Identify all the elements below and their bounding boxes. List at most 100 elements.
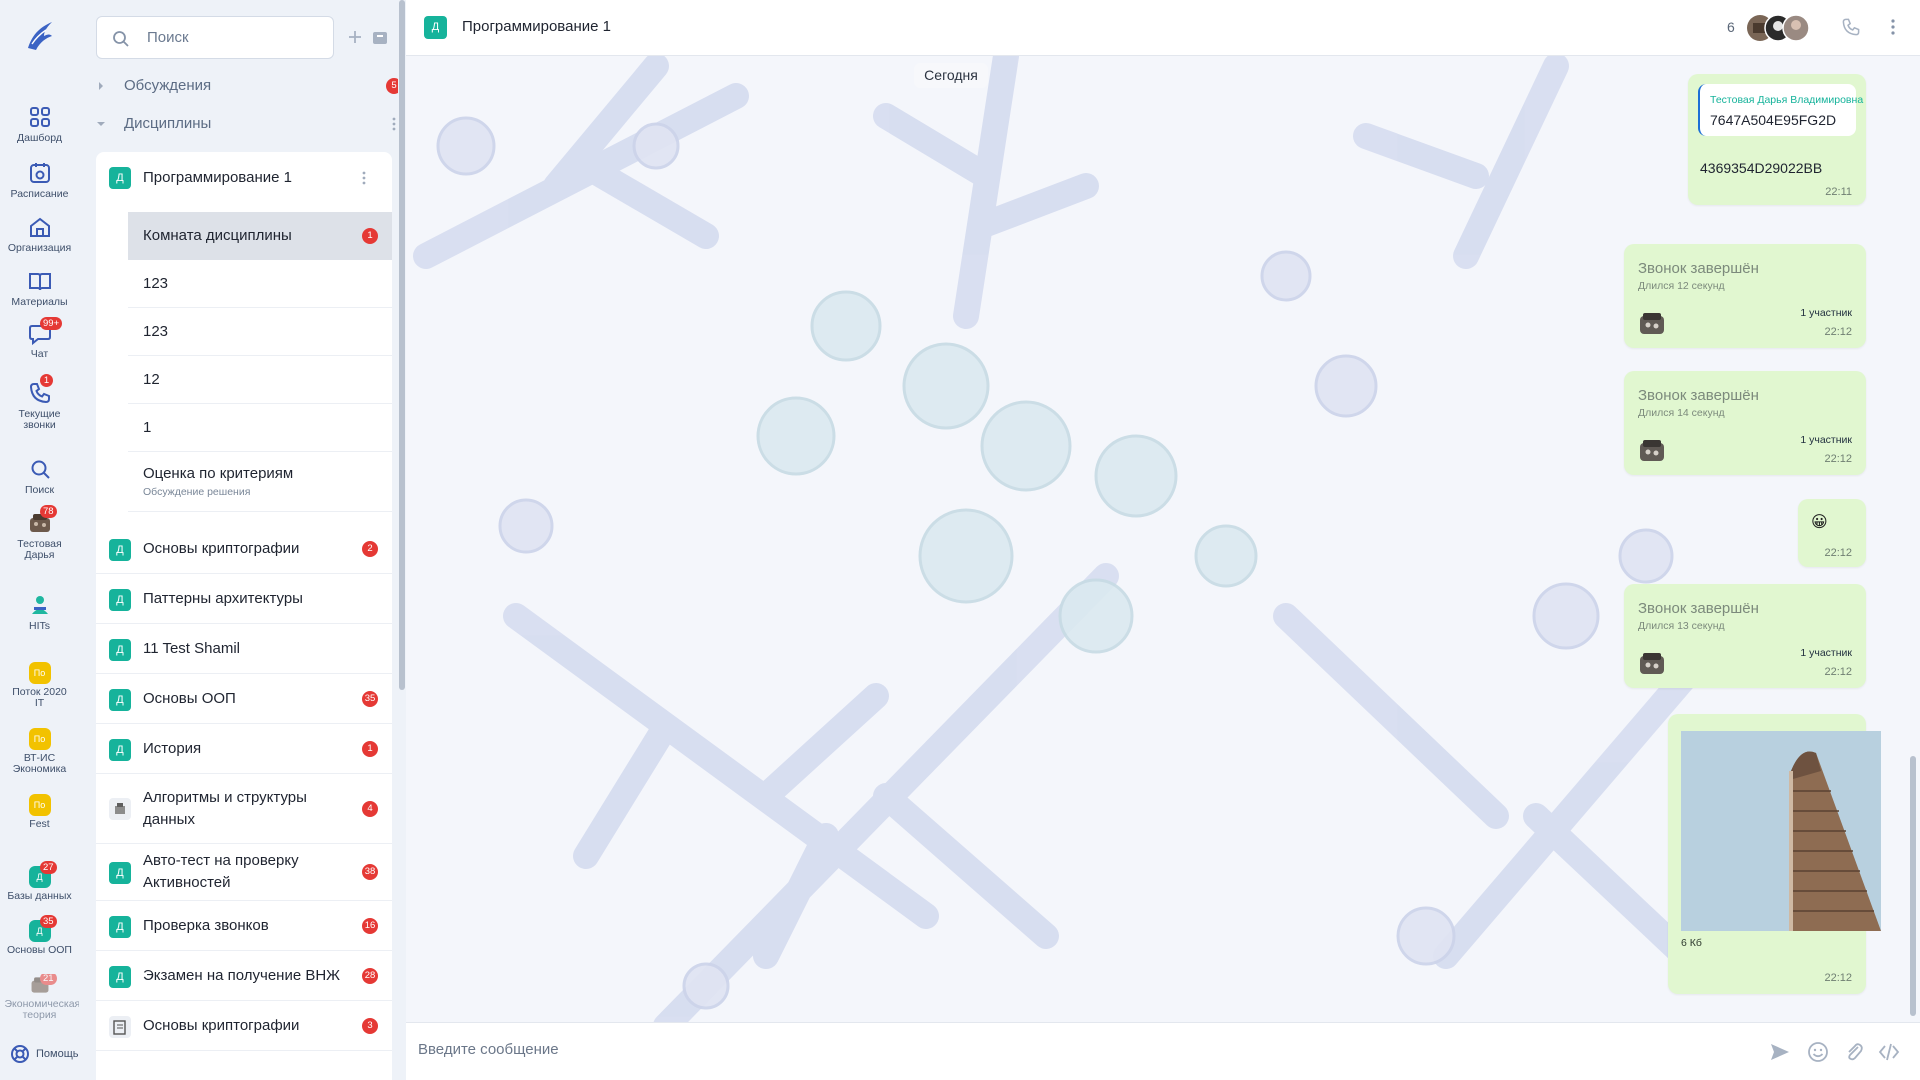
rail-hits[interactable]: HITs (0, 592, 79, 632)
sidebar-scrollbar[interactable] (398, 0, 406, 1080)
quoted-message[interactable]: Тестовая Дарья Владимировна 7647A504E95F… (1698, 84, 1863, 136)
attach-icon[interactable] (1844, 1041, 1864, 1063)
room-name: Оценка по критериям (143, 465, 294, 482)
call-ended-message[interactable]: Звонок завершён Длился 13 секунд 1 участ… (1624, 584, 1866, 688)
rail-profile[interactable]: Тестовая Дарья 78 (0, 505, 79, 561)
discipline-item[interactable]: Д История 1 (96, 724, 392, 774)
discipline-name: Алгоритмы и структуры данных (143, 789, 307, 828)
discipline-item-active[interactable]: Д Программирование 1 (96, 152, 392, 204)
room-item[interactable]: 12 (128, 356, 392, 404)
discipline-item[interactable]: Д Экзамен на получение ВНЖ 28 (96, 951, 392, 1001)
group-avatar: По (28, 728, 51, 750)
chat-scrollbar-thumb[interactable] (1910, 756, 1916, 1016)
discipline-name: Основы криптографии (143, 1017, 300, 1034)
message-bubble[interactable]: 😀 22:12 (1798, 499, 1866, 567)
call-ended-message[interactable]: Звонок завершён Длился 12 секунд 1 участ… (1624, 244, 1866, 348)
rail-discipline-econ[interactable]: Экономическая теория 21 (0, 974, 79, 1020)
chat-list-sidebar: Поиск Обсуждения 5 Дисциплины Д Программ… (79, 0, 399, 1080)
room-name: 1 (143, 419, 152, 436)
chat-main: Д Программирование 1 6 Сегодня Тестовая … (406, 0, 1920, 1080)
discipline-item[interactable]: Д Паттерны архитектуры (96, 574, 392, 624)
search-icon (31, 460, 50, 479)
discipline-item[interactable]: Д Авто-тест на проверку Активностей 38 (96, 844, 392, 901)
attached-image[interactable] (1681, 731, 1881, 931)
archive-icon[interactable] (371, 28, 389, 46)
chat-title[interactable]: Программирование 1 (462, 18, 611, 35)
more-icon[interactable] (391, 117, 397, 131)
rail-schedule[interactable]: Расписание (0, 160, 79, 200)
rail-organization[interactable]: Организация (0, 214, 79, 254)
rail-group-potok[interactable]: По Поток 2020 IT (0, 662, 79, 709)
search-box[interactable]: Поиск (96, 16, 334, 59)
discipline-item[interactable]: Основы криптографии 3 (96, 1001, 392, 1051)
discipline-name: Основы ООП (143, 690, 236, 707)
discipline-item[interactable]: Д Основы ООП 35 (96, 674, 392, 724)
lifebuoy-icon (11, 1045, 29, 1063)
room-item-active[interactable]: Комната дисциплины 1 (128, 212, 392, 260)
discipline-image-icon (109, 798, 131, 820)
rail-label: Основы ООП (7, 944, 72, 956)
message-time: 22:12 (1824, 666, 1852, 678)
emoji-icon[interactable] (1807, 1041, 1829, 1063)
rail-badge: 78 (40, 505, 57, 518)
message-time: 22:12 (1824, 326, 1852, 338)
room-name: 123 (143, 323, 169, 340)
message-bubble[interactable]: Тестовая Дарья Владимировна 7647A504E95F… (1688, 74, 1866, 205)
app-rail: Дашборд Расписание Организация Материалы… (0, 0, 79, 1080)
discipline-item[interactable]: Алгоритмы и структуры данных 4 (96, 774, 392, 844)
rail-label: Дашборд (17, 132, 62, 144)
more-icon[interactable] (361, 171, 367, 185)
rail-discipline-oop[interactable]: Д Основы ООП 35 (0, 915, 79, 956)
room-item[interactable]: 1 (128, 404, 392, 452)
call-title: Звонок завершён (1638, 387, 1759, 404)
rail-label: Организация (7, 242, 72, 254)
rail-discipline-db[interactable]: Д Базы данных 27 (0, 861, 79, 902)
room-badge: 1 (362, 228, 378, 244)
scrollbar-thumb[interactable] (399, 0, 405, 690)
rail-dashboard[interactable]: Дашборд (0, 104, 79, 144)
date-separator: Сегодня (914, 63, 988, 88)
call-participants: 1 участник (1800, 307, 1852, 319)
members-avatars[interactable] (1746, 14, 1824, 42)
rail-materials[interactable]: Материалы (0, 268, 79, 308)
discipline-avatar: Д (109, 589, 131, 611)
hits-icon (31, 596, 48, 614)
add-icon[interactable] (346, 28, 364, 46)
participant-avatar (1640, 653, 1664, 674)
discipline-item[interactable]: Д Основы криптографии 2 (96, 524, 392, 574)
room-item[interactable]: Оценка по критериям Обсуждение решения (128, 452, 392, 512)
call-ended-message[interactable]: Звонок завершён Длился 14 секунд 1 участ… (1624, 371, 1866, 475)
discipline-name: Программирование 1 (143, 169, 292, 186)
search-input[interactable]: Поиск (147, 29, 189, 46)
image-message[interactable]: 6 Кб 22:12 (1668, 714, 1881, 994)
app-logo-icon[interactable] (22, 18, 58, 54)
rail-label: Поток 2020 IT (12, 686, 67, 709)
room-item[interactable]: 123 (128, 260, 392, 308)
member-avatar (1782, 14, 1810, 42)
help-button[interactable]: Помощь (10, 1044, 79, 1064)
code-icon[interactable] (1878, 1041, 1900, 1063)
group-avatar: По (28, 662, 51, 684)
rail-label: Экономическая теория (4, 998, 80, 1021)
discipline-avatar: Д (109, 739, 131, 761)
rail-badge: 99+ (40, 317, 63, 330)
calendar-icon (29, 163, 50, 183)
call-icon[interactable] (1840, 16, 1862, 38)
rail-calls[interactable]: Текущие звонки 1 (0, 374, 79, 431)
discipline-item[interactable]: Д 11 Test Shamil (96, 624, 392, 674)
members-count[interactable]: 6 (1727, 19, 1735, 35)
more-icon[interactable] (1890, 18, 1896, 36)
room-item[interactable]: 123 (128, 308, 392, 356)
discipline-item[interactable]: Д Проверка звонков 16 (96, 901, 392, 951)
rail-label: Базы данных (7, 890, 72, 902)
message-input[interactable]: Введите сообщение (418, 1041, 559, 1058)
book-icon (28, 273, 51, 291)
rail-group-vt-is[interactable]: По ВТ-ИС Экономика (0, 728, 79, 775)
call-participants: 1 участник (1800, 647, 1852, 659)
chat-avatar: Д (424, 16, 447, 39)
rail-search[interactable]: Поиск (0, 456, 79, 496)
rail-group-fest[interactable]: По Fest (0, 794, 79, 830)
rail-chat[interactable]: Чат 99+ (0, 317, 79, 360)
send-icon[interactable] (1770, 1043, 1790, 1061)
rail-label: Чат (30, 348, 49, 360)
